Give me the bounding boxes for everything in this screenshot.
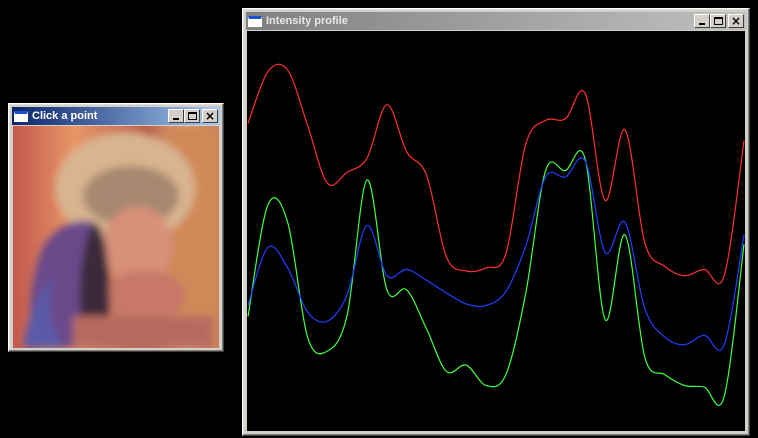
window-icon bbox=[14, 110, 28, 122]
close-icon: × bbox=[204, 109, 216, 123]
click-window-titlebar[interactable]: Click a point × bbox=[12, 107, 220, 125]
maximize-icon bbox=[188, 112, 197, 120]
portrait-image bbox=[13, 126, 219, 348]
profile-plot-area bbox=[247, 31, 745, 431]
maximize-icon bbox=[714, 17, 723, 25]
minimize-icon bbox=[173, 118, 179, 120]
close-button[interactable]: × bbox=[202, 109, 218, 123]
maximize-button[interactable] bbox=[710, 14, 726, 28]
profile-window-titlebar[interactable]: Intensity profile × bbox=[246, 12, 746, 30]
close-button[interactable]: × bbox=[728, 14, 744, 28]
minimize-icon bbox=[699, 23, 705, 25]
close-icon: × bbox=[730, 14, 742, 28]
red-channel-line bbox=[247, 63, 745, 285]
click-window-title: Click a point bbox=[32, 110, 98, 122]
profile-window-title: Intensity profile bbox=[266, 15, 348, 27]
click-a-point-window[interactable]: Click a point × bbox=[8, 103, 224, 352]
minimize-button[interactable] bbox=[694, 14, 710, 28]
maximize-button[interactable] bbox=[184, 109, 200, 123]
blue-channel-line bbox=[247, 157, 745, 351]
intensity-profile-window[interactable]: Intensity profile × bbox=[242, 8, 750, 436]
minimize-button[interactable] bbox=[168, 109, 184, 123]
intensity-profile-chart bbox=[247, 63, 745, 406]
green-channel-line bbox=[247, 150, 745, 406]
window-icon bbox=[248, 15, 262, 27]
image-canvas[interactable] bbox=[13, 126, 219, 348]
